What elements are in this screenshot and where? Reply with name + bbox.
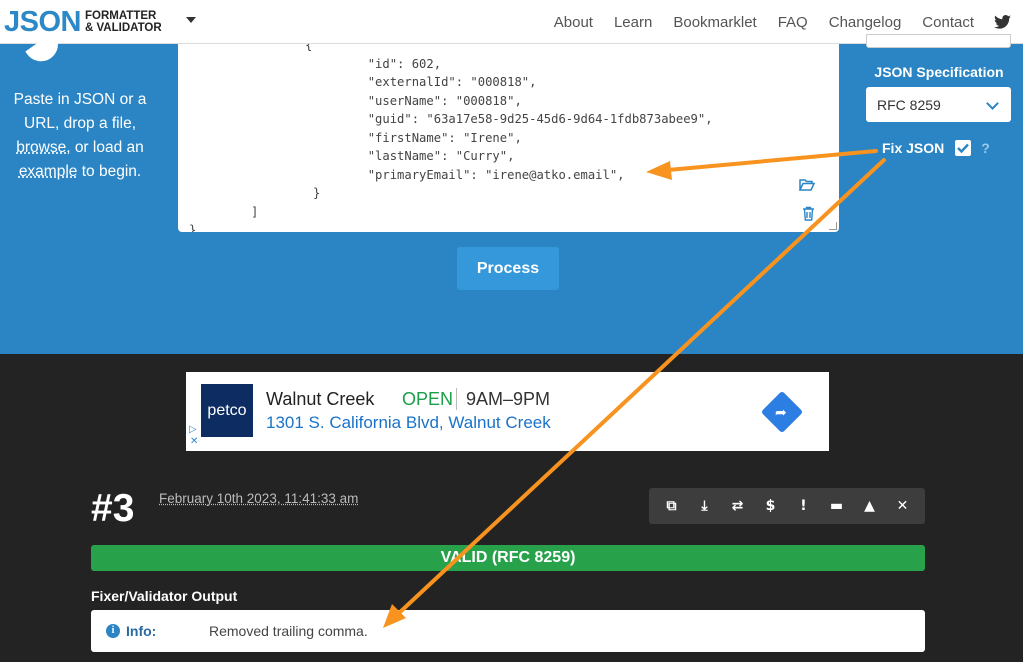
collapse-icon[interactable]: ▬: [825, 498, 849, 514]
advertisement-banner[interactable]: petco Walnut Creek OPEN 9AM–9PM 1301 S. …: [186, 372, 829, 451]
close-icon[interactable]: ✕: [891, 498, 915, 514]
json-line: "firstName": "Irene",: [309, 130, 522, 145]
logo-subtitle: FORMATTER & VALIDATOR: [85, 10, 162, 34]
dollar-icon[interactable]: $: [759, 498, 783, 514]
nav-learn[interactable]: Learn: [614, 14, 652, 31]
logo-subtitle-line2: & VALIDATOR: [84, 22, 162, 34]
ad-status: OPEN: [402, 389, 454, 409]
json-input-content: { "id": 602, "externalId": "000818", "us…: [189, 44, 713, 232]
ad-store-name: Walnut Creek: [266, 389, 375, 409]
json-input-textarea[interactable]: { "id": 602, "externalId": "000818", "us…: [178, 44, 839, 232]
fix-json-label: Fix JSON: [882, 140, 945, 156]
options-top-control[interactable]: [866, 34, 1011, 48]
json-line: ]: [251, 204, 259, 219]
output-title: Fixer/Validator Output: [91, 588, 238, 604]
fix-json-checkbox[interactable]: [955, 140, 972, 156]
json-line: "externalId": "000818",: [309, 75, 537, 89]
result-number: #3: [91, 487, 135, 530]
ad-divider: [456, 388, 457, 410]
help-icon[interactable]: ?: [981, 140, 990, 156]
petco-logo: petco: [201, 384, 253, 437]
trash-icon[interactable]: [802, 206, 815, 221]
copy-icon[interactable]: ⧉: [660, 498, 684, 514]
ad-close-icon[interactable]: ✕: [190, 436, 198, 447]
twitter-icon[interactable]: [994, 15, 1011, 29]
json-line: "lastName": "Curry",: [309, 149, 515, 163]
json-line: "guid": "63a17e58-9d25-45d6-9d64-1fdb873…: [309, 112, 713, 126]
swap-icon[interactable]: ⇄: [726, 498, 750, 514]
checkmark-icon: [957, 143, 970, 153]
intro-text: Paste in JSON or a URL, drop a file, bro…: [0, 88, 160, 184]
logo-subtitle-line1: FORMATTER: [84, 10, 157, 22]
json-line: "id": 602,: [309, 56, 442, 71]
json-spec-select[interactable]: RFC 8259: [866, 87, 1011, 122]
browse-link[interactable]: browse: [16, 139, 66, 156]
info-message-box: i Info: Removed trailing comma.: [91, 610, 925, 652]
json-spec-selected-value: RFC 8259: [877, 96, 941, 113]
json-line: "primaryEmail": "irene@atko.email",: [309, 167, 625, 182]
site-logo[interactable]: JSON FORMATTER & VALIDATOR: [4, 6, 162, 38]
fix-json-row: Fix JSON ?: [882, 140, 990, 156]
result-toolbar: ⧉ ⤓ ⇄ $ ! ▬ ▲ ✕: [649, 488, 925, 524]
nav-contact[interactable]: Contact: [922, 14, 974, 31]
nav-faq[interactable]: FAQ: [778, 14, 808, 31]
example-link[interactable]: example: [19, 163, 78, 180]
logo-json-text: JSON: [4, 5, 81, 38]
intro-text-part1: Paste in JSON or a URL, drop a file,: [13, 91, 147, 132]
nav-changelog[interactable]: Changelog: [829, 14, 902, 31]
info-message: Removed trailing comma.: [209, 623, 368, 639]
json-spec-label: JSON Specification: [874, 64, 1004, 80]
ad-hours: 9AM–9PM: [466, 389, 551, 409]
process-button[interactable]: Process: [457, 247, 559, 290]
json-line: {: [305, 44, 313, 52]
alert-icon[interactable]: !: [792, 498, 816, 514]
info-label: Info:: [126, 623, 157, 639]
directions-arrow-icon: ➦: [775, 405, 787, 421]
json-line: }: [313, 186, 321, 200]
chevron-down-icon: [986, 97, 999, 110]
resize-handle[interactable]: [829, 222, 837, 230]
intro-text-part2: , or load an: [66, 139, 144, 156]
json-line: "userName": "000818",: [309, 93, 522, 108]
folder-open-icon[interactable]: [799, 178, 815, 192]
json-line: }: [189, 223, 197, 232]
input-section: Paste in JSON or a URL, drop a file, bro…: [0, 32, 1023, 354]
info-icon: i: [106, 624, 120, 638]
validation-status-bar: VALID (RFC 8259): [91, 545, 925, 571]
nav-about[interactable]: About: [554, 14, 593, 31]
ad-address[interactable]: 1301 S. California Blvd, Walnut Creek: [266, 413, 551, 433]
intro-text-part3: to begin.: [81, 163, 142, 180]
result-timestamp: February 10th 2023, 11:41:33 am: [159, 491, 359, 506]
expand-up-icon[interactable]: ▲: [858, 498, 882, 514]
download-icon[interactable]: ⤓: [693, 498, 717, 514]
ad-choices-icon[interactable]: ▷: [189, 424, 197, 435]
logo-dropdown-caret-icon[interactable]: [186, 17, 196, 23]
nav-bookmarklet[interactable]: Bookmarklet: [673, 14, 756, 31]
